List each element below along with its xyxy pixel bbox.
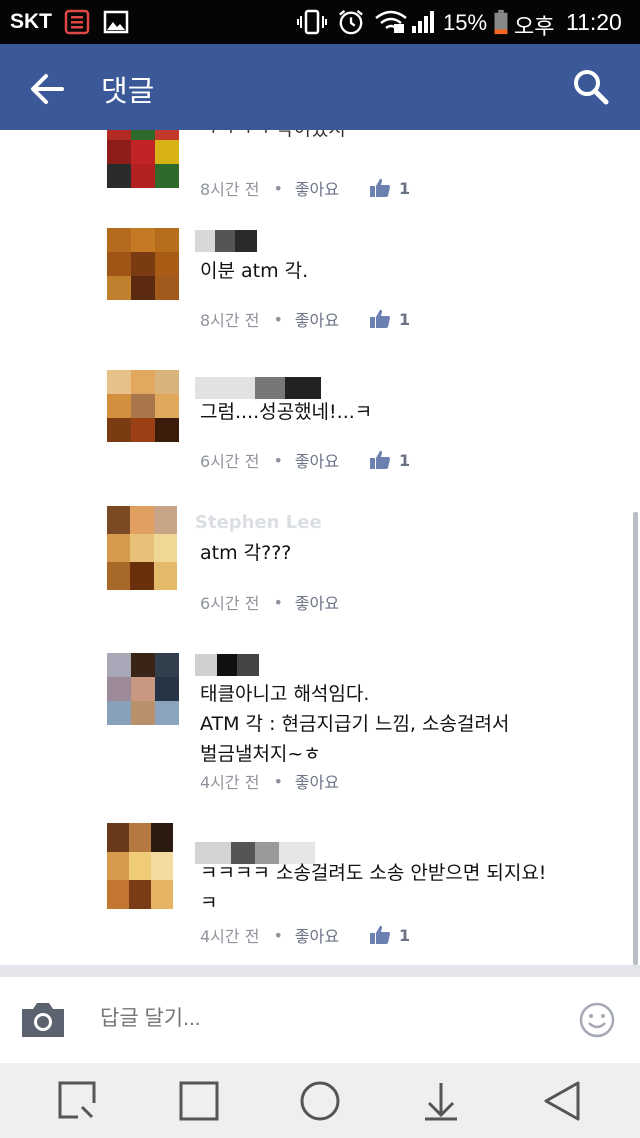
thumbs-up-icon (370, 925, 391, 944)
gallery-icon (103, 10, 129, 34)
back-triangle-icon[interactable] (540, 1079, 584, 1123)
comment-item: 그럼....성공했네!...ㅋ 6시간 전 • 좋아요 1 (0, 367, 640, 487)
like-count: 1 (399, 925, 411, 945)
author-name[interactable]: Stephen Lee (195, 512, 322, 534)
comment-text: ㅋㅋㅋㅋ 소송걸려도 소송 안받으면 되지요! ㅋ (200, 862, 547, 914)
signal-icon (412, 11, 434, 33)
carrier-label: SKT (10, 10, 52, 33)
comment-text: 이분 atm 각. (200, 260, 309, 282)
comment-avatar[interactable] (107, 130, 179, 188)
comment-avatar[interactable] (107, 506, 177, 590)
comment-meta: 8시간 전 • 좋아요 1 (200, 307, 410, 331)
like-count: 1 (399, 178, 411, 198)
square-icon[interactable] (177, 1079, 221, 1123)
system-nav-bar (0, 1063, 640, 1138)
camera-icon[interactable] (19, 999, 67, 1041)
separator-dot: • (273, 925, 283, 945)
like-button[interactable]: 좋아요 (295, 769, 339, 793)
comment-avatar[interactable] (107, 653, 179, 725)
home-circle-icon[interactable] (298, 1079, 342, 1123)
comment-time: 6시간 전 (200, 452, 260, 471)
comment-item: 이분 atm 각. 8시간 전 • 좋아요 1 (0, 226, 640, 346)
like-button[interactable]: 좋아요 (295, 590, 339, 614)
app-notification-icon (64, 9, 90, 35)
clock: 11:20 (566, 9, 622, 35)
separator-dot: • (273, 178, 283, 198)
scrollbar[interactable] (633, 512, 638, 965)
thumbs-up-icon (370, 309, 391, 328)
comment-meta: 6시간 전 • 좋아요 1 (200, 448, 410, 472)
back-arrow-icon[interactable] (22, 64, 72, 114)
battery-icon (494, 9, 508, 35)
comment-time: 4시간 전 (200, 927, 260, 946)
recent-apps-icon[interactable] (56, 1079, 100, 1123)
battery-percent: 15% (443, 10, 488, 35)
separator-dot: • (273, 771, 283, 791)
comment-avatar[interactable] (107, 370, 179, 442)
comment-item: 태클아니고 해석임다. ATM 각 : 현금지급기 느낌, 소송걸려서 벌금낼처… (0, 646, 640, 806)
wifi-icon (375, 10, 407, 33)
status-bar: SKT 15% 오후 11:20 (0, 0, 640, 44)
time-ampm: 오후 (514, 15, 555, 40)
vibrate-icon (297, 9, 327, 35)
reply-input[interactable] (100, 1007, 371, 1031)
app-bar: 댓글 (0, 44, 640, 130)
divider (0, 965, 640, 977)
alarm-icon (339, 9, 363, 35)
comment-time: 8시간 전 (200, 311, 260, 330)
comment-text: 그럼....성공했네!...ㅋ (200, 401, 373, 423)
comment-text: ㅋㅋㅋㅋ 각이겠지 (200, 130, 610, 144)
like-button[interactable]: 좋아요 (295, 307, 339, 331)
reply-bar (0, 977, 640, 1063)
search-icon[interactable] (566, 62, 616, 112)
comment-meta: 4시간 전 • 좋아요 1 (200, 923, 410, 947)
smiley-icon[interactable] (578, 1001, 616, 1039)
comment-text: 태클아니고 해석임다. ATM 각 : 현금지급기 느낌, 소송걸려서 벌금낼처… (200, 683, 510, 765)
comment-item: Stephen Lee atm 각??? 6시간 전 • 좋아요 (0, 504, 640, 629)
author-name-blurred[interactable] (195, 230, 257, 252)
comment-meta: 8시간 전 • 좋아요 1 (200, 176, 410, 200)
comment-time: 4시간 전 (200, 773, 260, 792)
thumbs-up-icon (370, 450, 391, 469)
like-button[interactable]: 좋아요 (295, 448, 339, 472)
comment-avatar[interactable] (107, 228, 179, 300)
download-icon[interactable] (419, 1079, 463, 1123)
like-count: 1 (399, 450, 411, 470)
comment-list: ㅋㅋㅋㅋ 각이겠지 8시간 전 • 좋아요 1 이분 atm 각. 8시간 전 … (0, 130, 640, 965)
comment-item: ㅋㅋㅋㅋ 소송걸려도 소송 안받으면 되지요! ㅋ 4시간 전 • 좋아요 1 (0, 820, 640, 955)
comment-meta: 4시간 전 • 좋아요 (200, 769, 339, 793)
comment-item: ㅋㅋㅋㅋ 각이겠지 8시간 전 • 좋아요 1 (0, 130, 640, 200)
separator-dot: • (273, 450, 283, 470)
comment-avatar[interactable] (107, 823, 173, 909)
like-button[interactable]: 좋아요 (295, 923, 339, 947)
comment-time: 8시간 전 (200, 180, 260, 199)
separator-dot: • (273, 592, 283, 612)
like-count: 1 (399, 309, 411, 329)
comment-time: 6시간 전 (200, 594, 260, 613)
like-button[interactable]: 좋아요 (295, 176, 339, 200)
comment-meta: 6시간 전 • 좋아요 (200, 590, 339, 614)
page-title: 댓글 (101, 74, 155, 108)
author-name-blurred[interactable] (195, 377, 321, 399)
thumbs-up-icon (370, 178, 391, 197)
author-name-blurred[interactable] (195, 654, 259, 676)
comment-text: atm 각??? (200, 542, 292, 564)
separator-dot: • (273, 309, 283, 329)
